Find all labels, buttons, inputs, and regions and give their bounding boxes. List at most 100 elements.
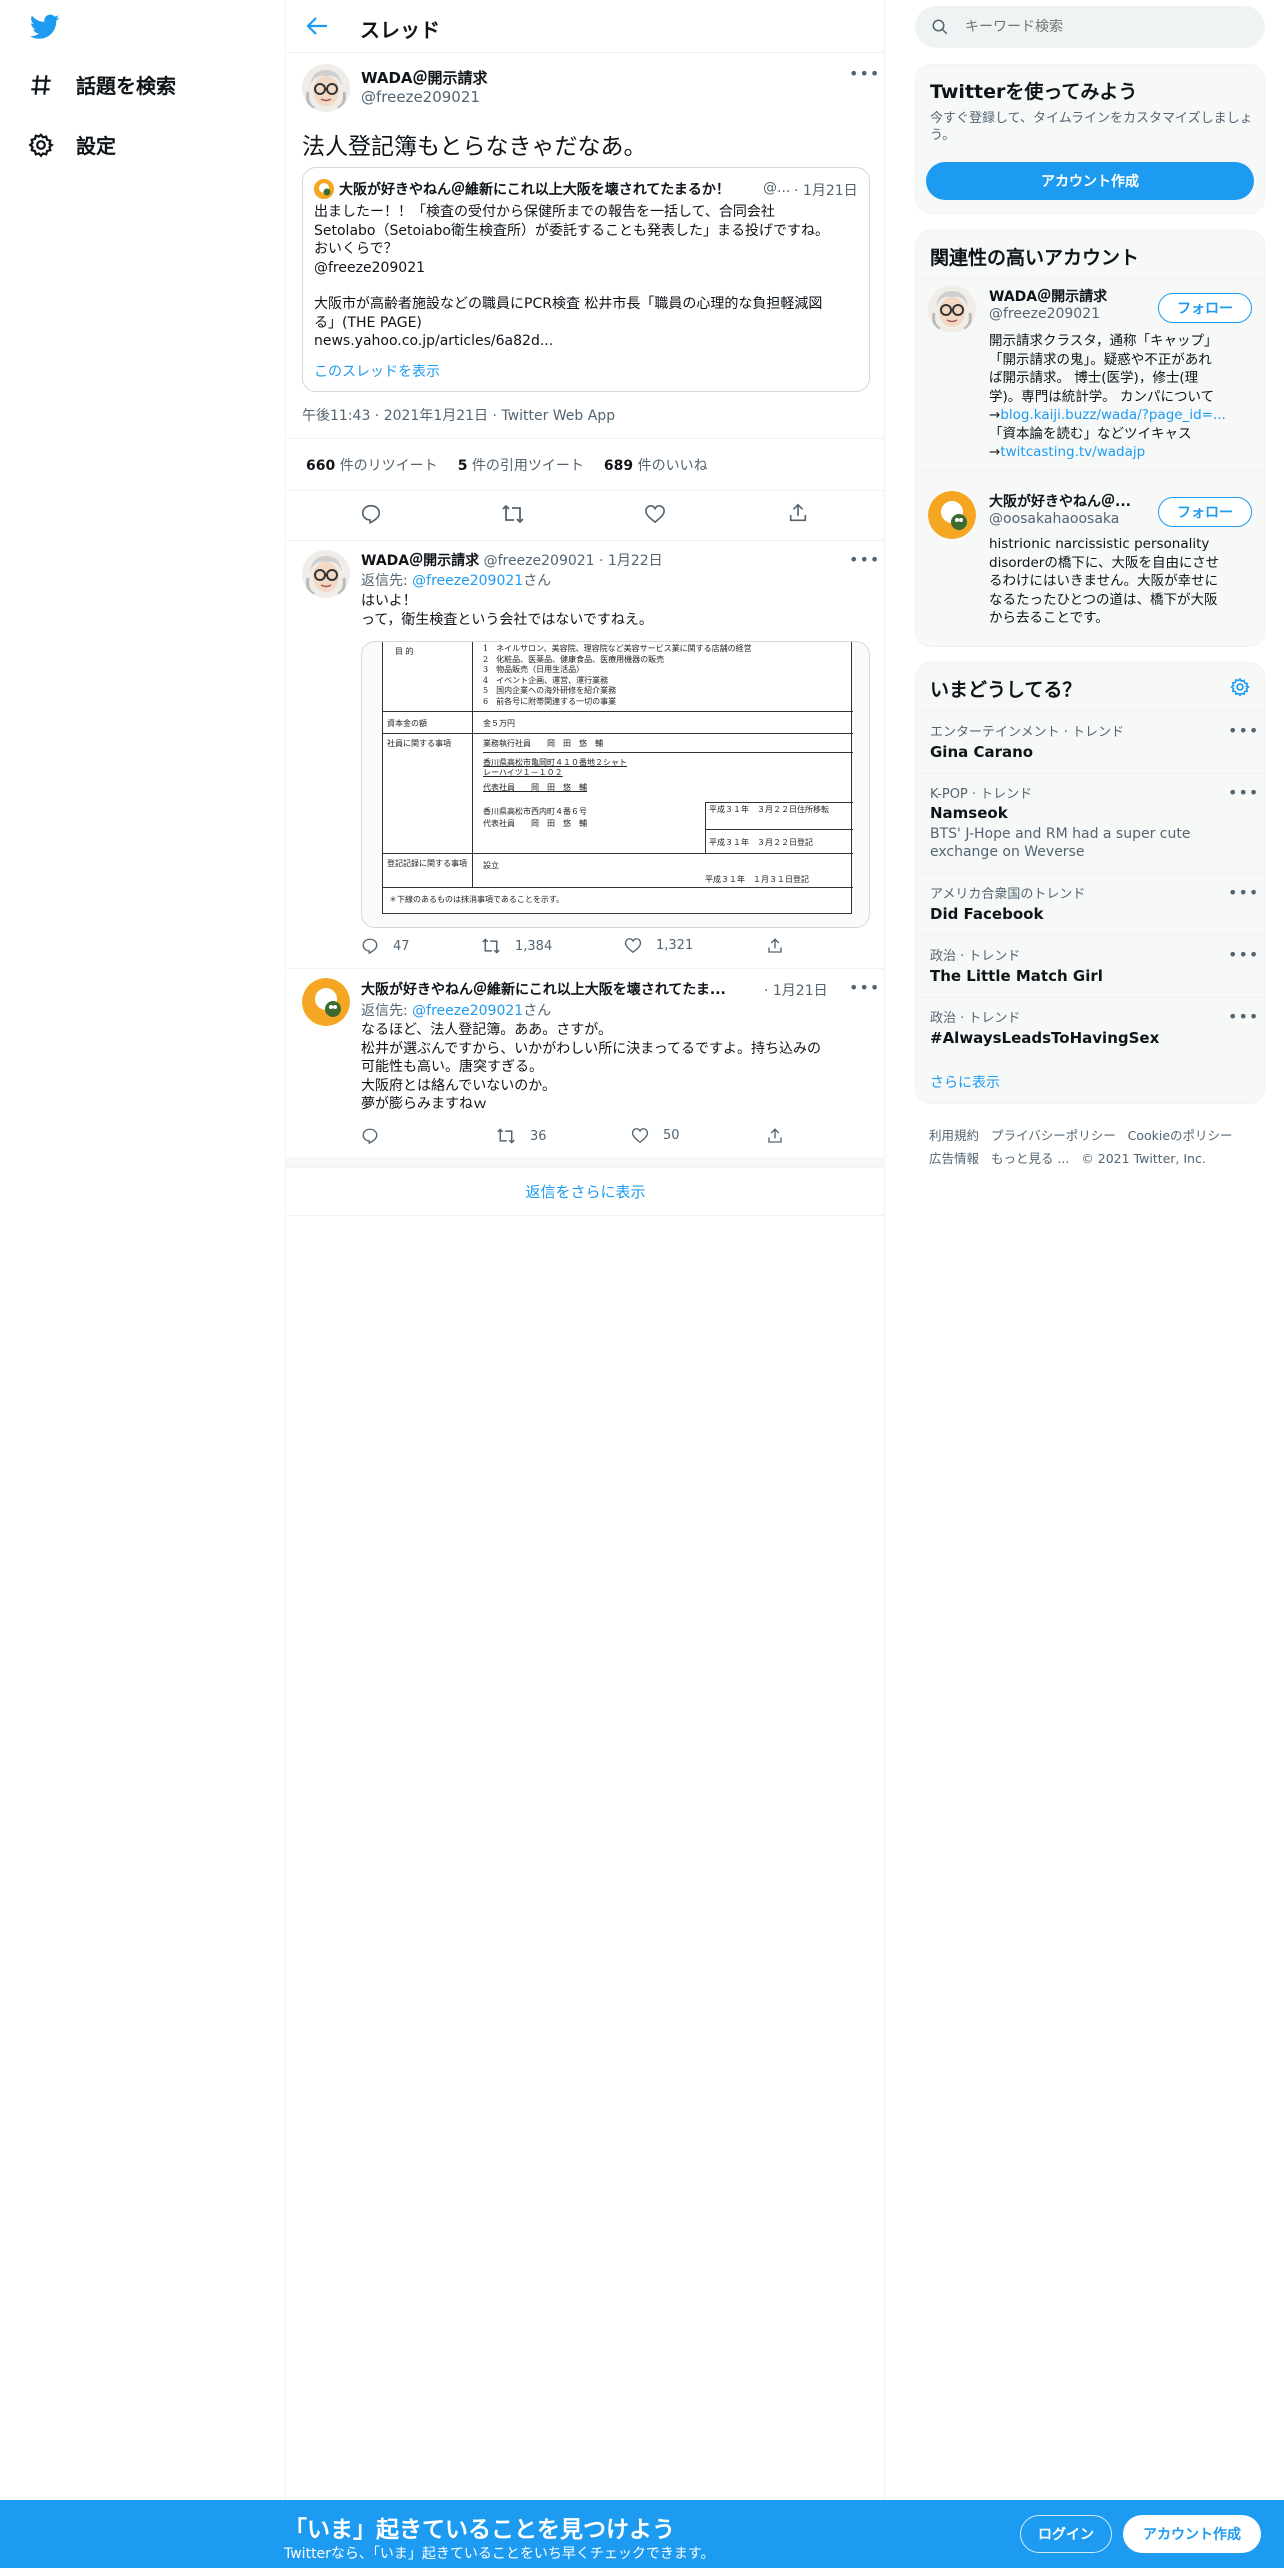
follow-button[interactable]: フォロー — [1158, 497, 1252, 527]
login-button[interactable]: ログイン — [1020, 2515, 1112, 2553]
thread-header: スレッド — [286, 0, 885, 53]
footer-link-cookie[interactable]: Cookieのポリシー — [1128, 1128, 1233, 1143]
signup-title: Twitterを使ってみよう — [930, 81, 1138, 103]
mention-link[interactable]: @freeze209021 — [412, 573, 523, 589]
avatar[interactable] — [302, 64, 350, 112]
heart-icon[interactable] — [624, 937, 642, 954]
left-nav: 話題を検索 設定 — [0, 0, 285, 2500]
account-name[interactable]: 大阪が好きやねん＠... — [989, 491, 1131, 511]
share-icon[interactable] — [787, 502, 809, 524]
bottom-bar-subtitle: Twitterなら、「いま」起きていることをいち早くチェックできます。 — [284, 2546, 715, 2562]
footer-links: 利用規約 プライバシーポリシー Cookieのポリシー 広告情報 もっと見る .… — [929, 1124, 1259, 1170]
trends-title: いまどうしてる？ — [930, 679, 1082, 701]
search-input[interactable] — [965, 16, 1245, 38]
nav-settings[interactable]: 設定 — [28, 130, 116, 159]
footer-link-more[interactable]: もっと見る ... — [991, 1151, 1069, 1166]
bottom-signup-bar: 「いま」起きていることを見つけよう Twitterなら、「いま」起きていることを… — [0, 2500, 1284, 2568]
reply-icon[interactable] — [360, 503, 382, 525]
account-bio: 開示請求クラスタ，通称「キャップ」 「開示請求の鬼」。疑惑や不正があれ ば開示請… — [989, 333, 1226, 460]
reply-icon[interactable] — [361, 937, 379, 955]
retweets-stat[interactable]: 660 件のリツイート — [306, 455, 438, 475]
reply-icon[interactable] — [361, 1127, 379, 1145]
show-more-trends-link[interactable]: さらに表示 — [930, 1072, 1000, 1092]
account-handle[interactable]: @oosakahaoosaka — [989, 511, 1119, 527]
reply-count: 47 — [393, 938, 410, 954]
quoted-date: · 1月21日 — [794, 183, 858, 199]
more-icon[interactable]: ••• — [1228, 721, 1259, 740]
replying-to: 返信先: @freeze209021さん — [361, 573, 552, 589]
back-arrow-icon[interactable] — [306, 16, 328, 36]
retweet-action[interactable]: 1,384 — [481, 937, 552, 955]
avatar[interactable] — [302, 550, 350, 598]
retweet-action[interactable]: 36 — [496, 1127, 547, 1145]
signup-button[interactable]: アカウント作成 — [1123, 2515, 1261, 2553]
tweet-text: はいよ！ って，衛生検査という会社ではないですねえ。 — [361, 593, 653, 628]
avatar — [314, 179, 334, 199]
account-bio: histrionic narcissistic personality diso… — [989, 536, 1220, 626]
quoted-tweet[interactable]: 大阪が好きやねん＠維新にこれ以上大阪を壊されてたまるか！ @... · 1月21… — [302, 167, 870, 392]
author-name[interactable]: 大阪が好きやねん＠維新にこれ以上大阪を壊されてたま... — [361, 982, 726, 998]
footer-link-privacy[interactable]: プライバシーポリシー — [991, 1128, 1116, 1143]
account-name[interactable]: WADA＠開示請求 — [989, 286, 1107, 306]
page-title: スレッド — [360, 18, 440, 42]
nav-explore[interactable]: 話題を検索 — [28, 70, 176, 99]
share-icon[interactable] — [766, 937, 784, 955]
section-separator — [286, 1158, 885, 1168]
mention-link[interactable]: @freeze209021 — [412, 1003, 523, 1019]
heart-icon[interactable] — [644, 504, 666, 524]
author-name[interactable]: WADA＠開示請求 — [361, 67, 488, 88]
reply-header: WADA＠開示請求 @freeze209021 · 1月22日 — [361, 550, 663, 570]
more-icon[interactable]: ••• — [849, 64, 880, 83]
bottom-bar-title: 「いま」起きていることを見つけよう — [284, 2517, 675, 2543]
more-icon[interactable]: ••• — [1228, 1007, 1259, 1026]
search-box[interactable] — [915, 6, 1265, 48]
reply-action[interactable]: 47 — [361, 937, 410, 955]
like-count: 50 — [663, 1128, 680, 1143]
tweet-date[interactable]: · 1月22日 — [599, 553, 663, 569]
share-icon[interactable] — [766, 1127, 784, 1145]
retweet-count: 36 — [530, 1128, 547, 1144]
attached-document-image[interactable]: 目 的 1 ネイルサロン、美容院、理容院など美容サービス業に関する店舗の経営 2… — [361, 641, 870, 928]
avatar[interactable] — [302, 978, 350, 1026]
show-more-replies-button[interactable]: 返信をさらに表示 — [286, 1168, 885, 1216]
settings-gear-icon[interactable] — [1230, 677, 1250, 697]
gear-icon — [28, 132, 54, 158]
more-icon[interactable]: ••• — [1228, 945, 1259, 964]
retweet-icon[interactable] — [496, 1127, 516, 1145]
like-count: 1,321 — [656, 938, 694, 953]
follow-button[interactable]: フォロー — [1158, 293, 1252, 323]
create-account-button[interactable]: アカウント作成 — [926, 162, 1254, 200]
quotes-stat[interactable]: 5 件の引用ツイート — [458, 455, 584, 475]
more-icon[interactable]: ••• — [849, 550, 880, 569]
relevant-title: 関連性の高いアカウント — [930, 247, 1140, 269]
twitter-logo-icon[interactable] — [30, 14, 60, 40]
footer-link-ads[interactable]: 広告情報 — [929, 1151, 979, 1166]
bio-link[interactable]: blog.kaiji.buzz/wada/?page_id=... — [1000, 407, 1226, 423]
tweet-date[interactable]: · 1月21日 — [764, 980, 828, 1000]
like-action[interactable]: 1,321 — [624, 937, 693, 954]
trend-item[interactable]: 政治 · トレンド #AlwaysLeadsToHavingSex ••• — [916, 999, 1264, 1059]
trend-item[interactable]: 政治 · トレンド The Little Match Girl ••• — [916, 937, 1264, 997]
trend-item[interactable]: K-POP · トレンド Namseok BTS' J-Hope and RM … — [916, 775, 1264, 865]
like-action[interactable]: 50 — [631, 1127, 680, 1144]
footer-link-terms[interactable]: 利用規約 — [929, 1128, 979, 1143]
trend-item[interactable]: アメリカ合衆国のトレンド Did Facebook ••• — [916, 875, 1264, 935]
likes-stat[interactable]: 689 件のいいね — [604, 455, 708, 475]
author-name[interactable]: WADA＠開示請求 — [361, 553, 479, 569]
author-handle[interactable]: @freeze209021 — [361, 88, 480, 106]
signup-card: Twitterを使ってみよう 今すぐ登録して、タイムラインをカスタマイズしましょ… — [915, 64, 1265, 214]
more-icon[interactable]: ••• — [849, 978, 880, 997]
signup-subtitle: 今すぐ登録して、タイムラインをカスタマイズしましょ う。 — [930, 111, 1253, 143]
account-handle[interactable]: @freeze209021 — [989, 306, 1100, 322]
retweet-icon[interactable] — [501, 503, 525, 525]
retweet-icon[interactable] — [481, 937, 501, 955]
bio-link[interactable]: twitcasting.tv/wadajp — [1000, 444, 1145, 460]
author-handle[interactable]: @freeze209021 — [484, 553, 595, 569]
trend-item[interactable]: エンターテインメント · トレンド Gina Carano ••• — [916, 713, 1264, 773]
avatar[interactable] — [928, 285, 976, 333]
avatar[interactable] — [928, 491, 976, 539]
heart-icon[interactable] — [631, 1127, 649, 1144]
more-icon[interactable]: ••• — [1228, 883, 1259, 902]
more-icon[interactable]: ••• — [1228, 783, 1259, 802]
show-thread-link[interactable]: このスレッドを表示 — [314, 361, 440, 381]
